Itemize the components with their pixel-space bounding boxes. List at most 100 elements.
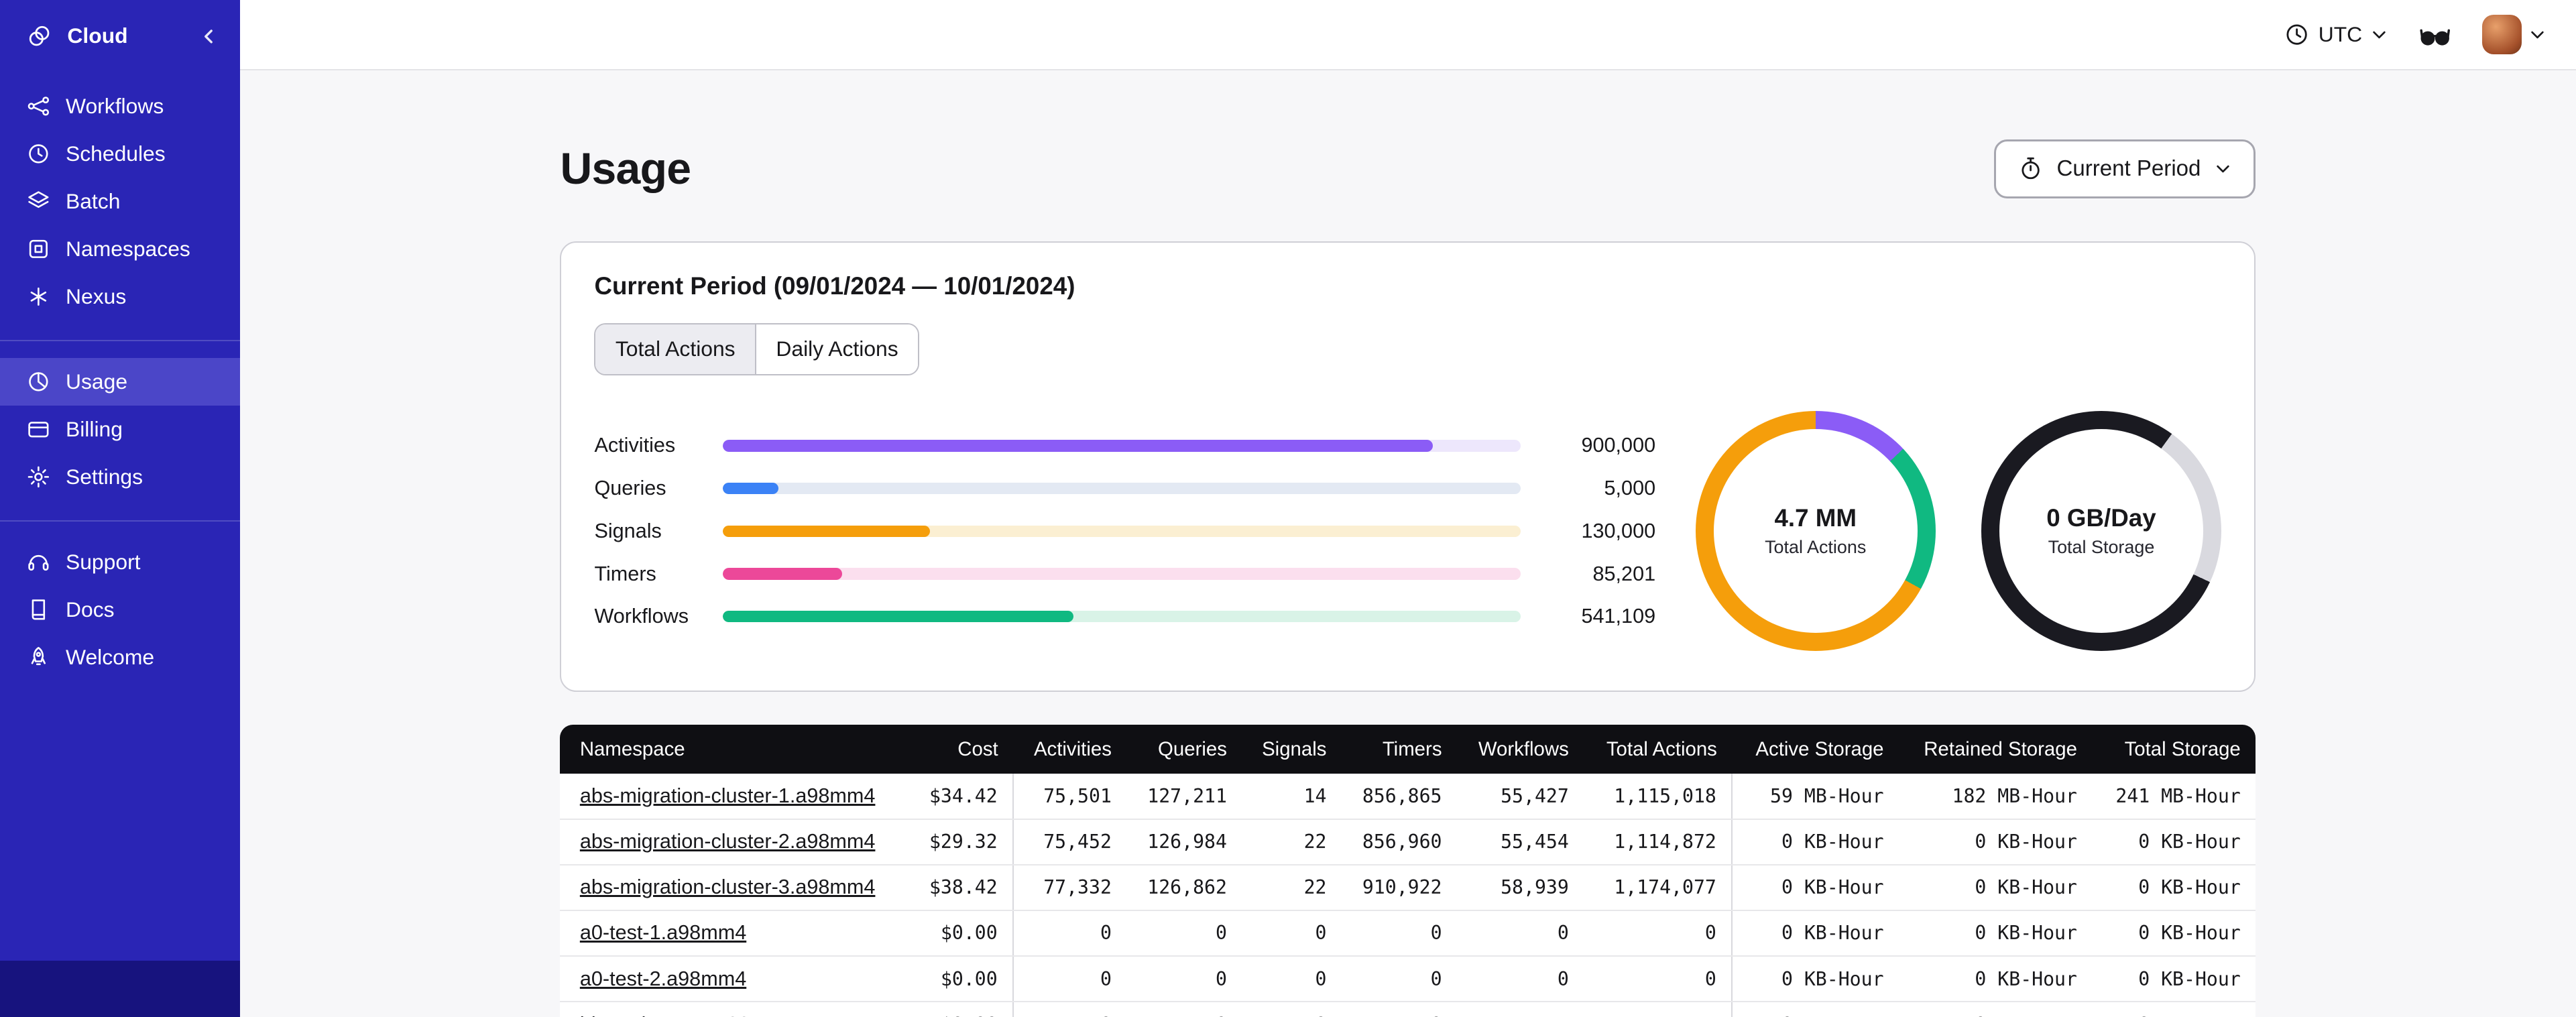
value-cell: 0 KB-Hour (2092, 819, 2256, 865)
total-storage-donut: 0 GB/Day Total Storage (1981, 411, 2221, 652)
period-selector-button[interactable]: Current Period (1993, 139, 2256, 198)
value-cell: 55,427 (1456, 774, 1584, 820)
usage-bar-row: Timers 85,201 (594, 552, 1655, 595)
brand-label: Cloud (67, 23, 128, 48)
app: Cloud Workflows Schedules Batch Namespaces N… (0, 0, 2576, 1017)
value-cell: 77,332 (1012, 864, 1126, 911)
tab-daily-actions[interactable]: Daily Actions (756, 324, 919, 374)
namespace-link[interactable]: abs-migration-cluster-3.a98mm4 (580, 876, 876, 898)
tab-total-actions[interactable]: Total Actions (595, 324, 756, 374)
content: Usage Current Period Current Period (09/… (240, 70, 2576, 1017)
bar-fill (722, 440, 1433, 452)
bar-label: Queries (594, 477, 666, 500)
column-header: Total Actions (1583, 724, 1732, 774)
sidebar-item-docs[interactable]: Docs (0, 586, 240, 634)
bar-track (722, 611, 1521, 623)
sidebar-item-welcome[interactable]: Welcome (0, 634, 240, 681)
sidebar-item-batch[interactable]: Batch (0, 178, 240, 225)
bar-track (722, 525, 1521, 537)
value-cell: 0 (1126, 1002, 1242, 1017)
value-cell: $0.00 (909, 910, 1013, 957)
sidebar-item-label: Schedules (65, 141, 166, 166)
donut-sublabel: Total Storage (2048, 537, 2155, 558)
value-cell: 0 KB-Hour (2092, 956, 2256, 1003)
sidebar-item-label: Settings (65, 464, 143, 489)
value-cell: 1 (1583, 1002, 1732, 1017)
bar-fill (722, 525, 931, 537)
bar-value: 541,109 (1581, 605, 1656, 628)
namespace-cell: a0-test-1.a98mm4 (560, 910, 909, 957)
value-cell: $0.00 (909, 1002, 1013, 1017)
table-row: abs-migration-cluster-1.a98mm4 $34.42 75,5… (560, 774, 2256, 820)
value-cell: 0 KB-Hour (1898, 956, 2093, 1003)
sidebar-item-namespaces[interactable]: Namespaces (0, 225, 240, 273)
value-cell: 0 KB-Hour (1898, 910, 2093, 957)
bar-label: Activities (594, 434, 676, 457)
usage-bar-row: Activities 900,000 (594, 424, 1655, 467)
value-cell: 1,114,872 (1583, 819, 1732, 865)
value-cell: 856,865 (1341, 774, 1457, 820)
topbar: UTC (239, 0, 2576, 70)
table-row: bk-worker-test.a98mm4$0.000000110 KB-Hou… (560, 1002, 2256, 1017)
value-cell: $34.42 (909, 774, 1013, 820)
sidebar-item-label: Nexus (65, 284, 127, 308)
avatar[interactable] (2481, 15, 2522, 54)
sidebar-item-support[interactable]: Support (0, 538, 240, 586)
chevron-down-icon (2214, 160, 2232, 178)
donut-value: 4.7 MM (1774, 504, 1857, 532)
sidebar-item-settings[interactable]: Settings (0, 453, 240, 501)
namespace-link[interactable]: abs-migration-cluster-1.a98mm4 (580, 784, 876, 807)
value-cell: 0 (1126, 910, 1242, 957)
namespace-link[interactable]: a0-test-2.a98mm4 (580, 967, 746, 990)
sidebar-item-label: Billing (65, 416, 123, 441)
nexus-icon (26, 284, 51, 309)
value-cell: 127,211 (1126, 774, 1242, 820)
total-actions-donut: 4.7 MM Total Actions (1695, 411, 1936, 652)
value-cell: 0 KB-Hour (2092, 1002, 2256, 1017)
value-cell: 14 (1242, 774, 1342, 820)
column-header: Retained Storage (1898, 724, 2093, 774)
namespace-cell: abs-migration-cluster-1.a98mm4 (560, 774, 909, 820)
value-cell: 0 KB-Hour (1731, 956, 1899, 1003)
timezone-selector[interactable]: UTC (2284, 21, 2388, 48)
billing-icon (26, 417, 51, 442)
usage-bar-row: Queries 5,000 (594, 467, 1655, 510)
sidebar-item-billing[interactable]: Billing (0, 406, 240, 453)
sidebar-item-nexus[interactable]: Nexus (0, 273, 240, 320)
table-row: abs-migration-cluster-3.a98mm4 $38.42 77,3… (560, 864, 2256, 911)
settings-icon (26, 465, 51, 489)
value-cell: 0 (1341, 956, 1457, 1003)
namespace-link[interactable]: abs-migration-cluster-2.a98mm4 (580, 830, 876, 853)
sidebar-item-schedules[interactable]: Schedules (0, 130, 240, 178)
value-cell: 0 KB-Hour (1731, 1002, 1899, 1017)
sidebar-item-label: Namespaces (65, 236, 190, 261)
support-icon (26, 550, 51, 575)
usage-card-title: Current Period (09/01/2024 — 10/01/2024) (594, 272, 1075, 300)
workflows-icon (26, 94, 51, 119)
sidebar-item-label: Workflows (65, 93, 164, 118)
value-cell: 910,922 (1341, 864, 1457, 911)
sidebar-bottom-strip (0, 961, 240, 1017)
value-cell: $0.00 (909, 956, 1013, 1003)
usage-bar-row: Signals 130,000 (594, 510, 1655, 552)
bar-label: Signals (594, 519, 662, 542)
user-menu[interactable] (2481, 15, 2546, 54)
sidebar-item-usage[interactable]: Usage (0, 357, 240, 406)
donut-value: 0 GB/Day (2046, 504, 2156, 532)
glasses-icon[interactable] (2418, 17, 2452, 52)
clock-icon (2284, 21, 2310, 48)
chevron-down-icon (2370, 25, 2388, 44)
usage-donuts: 4.7 MM Total Actions 0 GB/Day Total Storage (1695, 411, 2221, 652)
value-cell: 0 KB-Hour (1731, 819, 1899, 865)
column-header: Workflows (1456, 724, 1584, 774)
timer-icon (2017, 156, 2044, 182)
page-head: Usage Current Period (560, 136, 2256, 202)
namespace-link[interactable]: a0-test-1.a98mm4 (580, 921, 746, 944)
welcome-icon (26, 645, 51, 670)
collapse-sidebar-icon[interactable] (194, 21, 223, 51)
donut-sublabel: Total Actions (1765, 537, 1867, 558)
usage-bar-row: Workflows 541,109 (594, 595, 1655, 638)
namespace-cell: a0-test-2.a98mm4 (560, 956, 909, 1003)
sidebar-item-workflows[interactable]: Workflows (0, 82, 240, 129)
temporal-logo-icon (26, 23, 52, 49)
